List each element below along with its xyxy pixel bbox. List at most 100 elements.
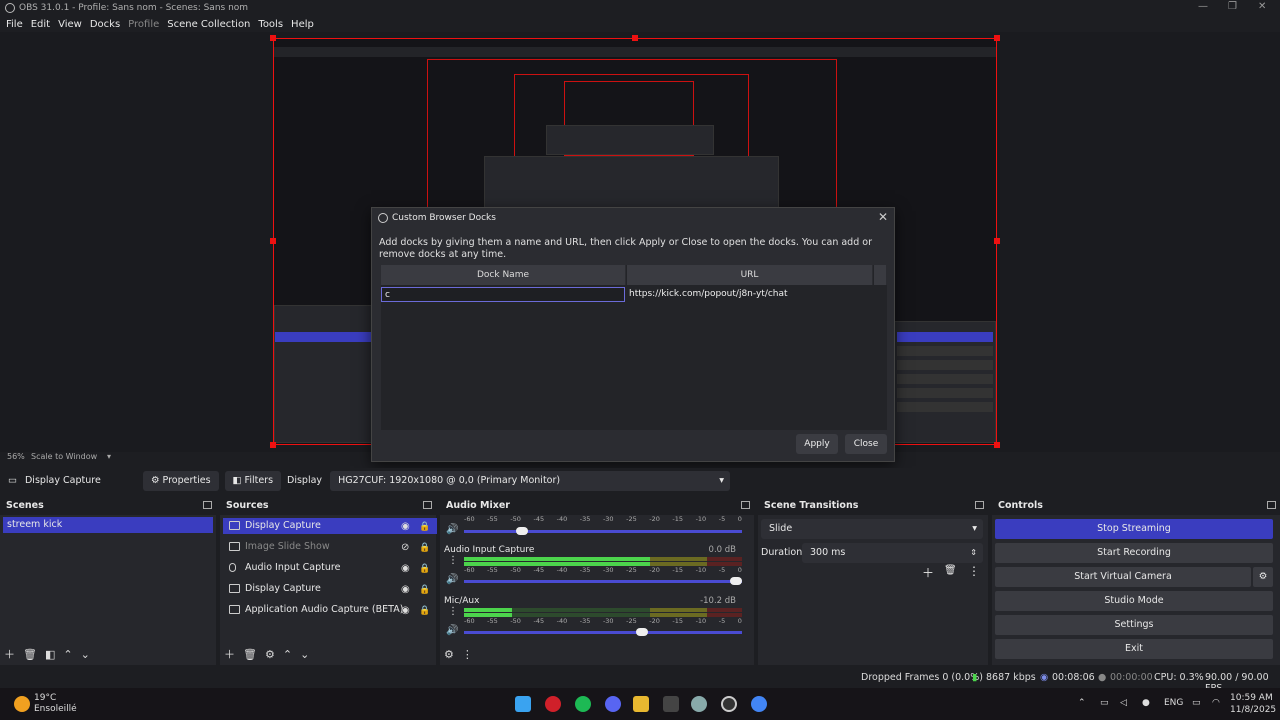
resize-handle-br[interactable]	[994, 442, 1000, 448]
up-icon[interactable]: ⌃	[283, 648, 292, 661]
mic-icon[interactable]: ●	[1142, 698, 1150, 708]
resize-handle-r[interactable]	[994, 238, 1000, 244]
add-icon[interactable]: ＋	[922, 564, 934, 581]
clock-date[interactable]: 11/8/2025	[1230, 705, 1276, 715]
float-icon[interactable]	[975, 501, 984, 509]
volume-slider[interactable]	[464, 527, 742, 535]
display-select[interactable]: HG27CUF: 1920x1080 @ 0,0 (Primary Monito…	[330, 470, 731, 491]
menu-view[interactable]: View	[58, 19, 82, 30]
exit-button[interactable]: Exit	[995, 639, 1273, 659]
windows-start-icon[interactable]	[515, 696, 531, 712]
source-row[interactable]: Audio Input Capture ◉ 🔒	[223, 560, 437, 576]
dock-url-cell[interactable]: https://kick.com/popout/j8n-yt/chat	[626, 287, 872, 302]
speaker-icon[interactable]: 🔊	[446, 625, 458, 636]
menu-profile[interactable]: Profile	[128, 19, 159, 30]
menu-help[interactable]: Help	[291, 19, 314, 30]
kebab-icon[interactable]: ⋮	[462, 648, 473, 661]
apply-button[interactable]: Apply	[796, 434, 838, 454]
chrome-icon[interactable]	[751, 696, 767, 712]
network-icon[interactable]: ▭	[1100, 698, 1109, 708]
spotify-icon[interactable]	[575, 696, 591, 712]
volume-icon[interactable]: ◁	[1120, 698, 1127, 708]
lock-icon[interactable]: 🔒	[419, 561, 430, 577]
weather-icon[interactable]	[14, 696, 30, 712]
lock-icon[interactable]: 🔒	[419, 540, 430, 556]
col-url[interactable]: URL	[627, 265, 873, 285]
up-icon[interactable]: ⌃	[63, 648, 72, 661]
scene-item[interactable]: streem kick	[3, 517, 213, 533]
menu-edit[interactable]: Edit	[31, 19, 50, 30]
speaker-icon[interactable]: 🔊	[446, 574, 458, 585]
wifi-icon[interactable]: ◠	[1212, 698, 1220, 708]
down-icon[interactable]: ⌄	[81, 648, 90, 661]
restore-icon[interactable]: ❐	[1228, 1, 1237, 12]
kebab-icon[interactable]: ⋮	[448, 606, 458, 617]
menu-scene-collection[interactable]: Scene Collection	[167, 19, 250, 30]
start-recording-button[interactable]: Start Recording	[995, 543, 1273, 563]
source-row[interactable]: Application Audio Capture (BETA) ◉ 🔒	[223, 602, 437, 618]
obs-taskbar-icon[interactable]	[721, 696, 737, 712]
display-tray-icon[interactable]: ▭	[1192, 698, 1201, 708]
close-button[interactable]: Close	[845, 434, 887, 454]
file-explorer-icon[interactable]	[633, 696, 649, 712]
clock-time[interactable]: 10:59 AM	[1230, 693, 1273, 703]
float-icon[interactable]	[741, 501, 750, 509]
menu-docks[interactable]: Docks	[90, 19, 120, 30]
minimize-icon[interactable]: —	[1198, 1, 1208, 12]
kebab-icon[interactable]: ⋮	[448, 555, 458, 566]
terminal-icon[interactable]	[663, 696, 679, 712]
add-icon[interactable]: ＋	[4, 646, 15, 662]
dock-name-input[interactable]: c	[381, 287, 625, 302]
volume-slider[interactable]	[464, 628, 742, 636]
close-icon[interactable]: ✕	[878, 210, 888, 224]
slider-knob[interactable]	[730, 577, 742, 585]
trash-icon[interactable]: 🗑	[243, 648, 257, 661]
trash-icon[interactable]: 🗑	[23, 648, 37, 661]
spinner-icon[interactable]: ⇕	[970, 543, 977, 563]
trash-icon[interactable]: 🗑	[944, 565, 957, 576]
filter-icon[interactable]: ◧	[45, 648, 55, 661]
close-icon[interactable]: ✕	[1258, 1, 1266, 12]
chevron-up-icon[interactable]: ⌃	[1078, 698, 1086, 708]
resize-handle-tr[interactable]	[994, 35, 1000, 41]
source-row[interactable]: Display Capture ◉ 🔒	[223, 581, 437, 597]
down-icon[interactable]: ⌄	[300, 648, 309, 661]
gear-icon[interactable]: ⚙	[265, 648, 275, 661]
opera-icon[interactable]	[545, 696, 561, 712]
stop-streaming-button[interactable]: Stop Streaming	[995, 519, 1273, 539]
filters-button[interactable]: ◧ Filters	[224, 470, 282, 491]
float-icon[interactable]	[1267, 501, 1276, 509]
gear-icon[interactable]: ⚙	[1253, 567, 1273, 587]
float-icon[interactable]	[423, 501, 432, 509]
resize-handle-l[interactable]	[270, 238, 276, 244]
kebab-icon[interactable]: ⋮	[968, 564, 980, 578]
source-row[interactable]: Image Slide Show ⊘ 🔒	[223, 539, 437, 555]
lock-icon[interactable]: 🔒	[419, 519, 430, 535]
transition-select[interactable]: Slide ▾	[761, 519, 983, 539]
settings-button[interactable]: Settings	[995, 615, 1273, 635]
float-icon[interactable]	[203, 501, 212, 509]
slider-knob[interactable]	[636, 628, 648, 636]
duration-input[interactable]: 300 ms ⇕	[802, 543, 983, 563]
eye-icon[interactable]: ◉	[401, 519, 410, 535]
slider-knob[interactable]	[516, 527, 528, 535]
speaker-icon[interactable]: 🔊	[446, 524, 458, 535]
eye-icon[interactable]: ◉	[401, 582, 410, 598]
eye-icon[interactable]: ◉	[401, 603, 410, 619]
lock-icon[interactable]: 🔒	[419, 582, 430, 598]
scale-mode[interactable]: Scale to Window	[31, 452, 97, 461]
eye-hidden-icon[interactable]: ⊘	[401, 540, 409, 556]
gear-icon[interactable]: ⚙	[444, 648, 454, 661]
col-dock-name[interactable]: Dock Name	[381, 265, 626, 285]
resize-handle-tl[interactable]	[270, 35, 276, 41]
resize-handle-bl[interactable]	[270, 442, 276, 448]
menu-tools[interactable]: Tools	[258, 19, 283, 30]
discord-icon[interactable]	[605, 696, 621, 712]
language-indicator[interactable]: ENG	[1164, 698, 1183, 708]
studio-mode-button[interactable]: Studio Mode	[995, 591, 1273, 611]
properties-button[interactable]: ⚙ Properties	[142, 470, 219, 491]
eye-icon[interactable]: ◉	[401, 561, 410, 577]
add-icon[interactable]: ＋	[224, 646, 235, 662]
resize-handle-t[interactable]	[632, 35, 638, 41]
start-virtual-camera-button[interactable]: Start Virtual Camera	[995, 567, 1251, 587]
